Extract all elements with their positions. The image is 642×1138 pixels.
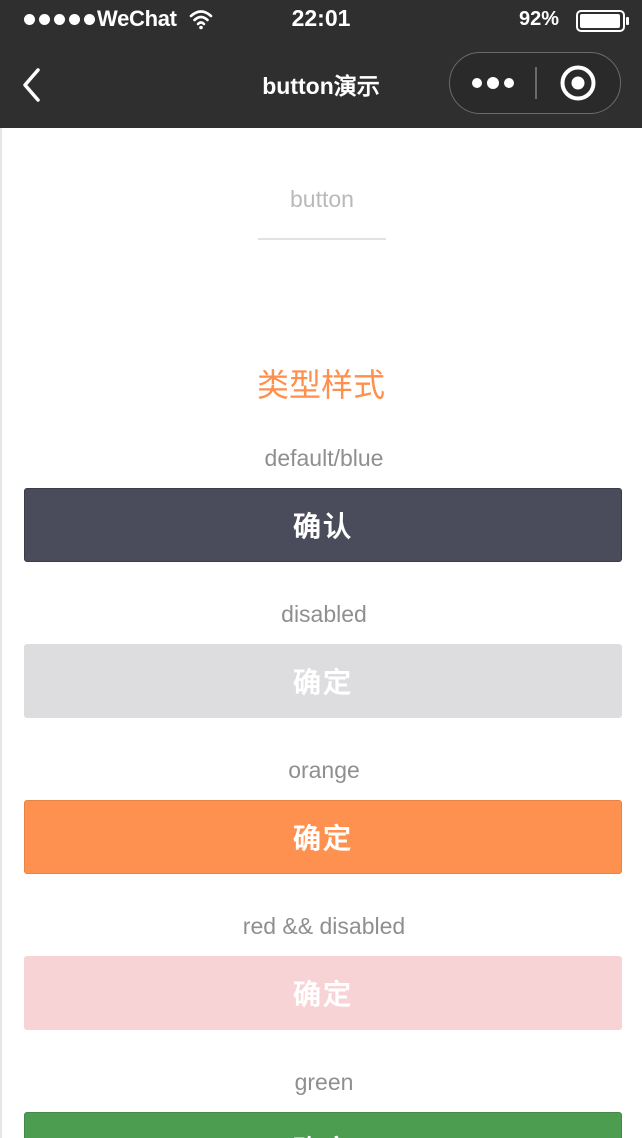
more-dots-icon [472, 76, 514, 89]
battery-icon [576, 10, 629, 32]
section-title: 类型样式 [256, 367, 385, 403]
battery-percentage: 92% [519, 8, 560, 30]
confirm-button-default[interactable]: 确认 [24, 488, 622, 562]
confirm-button-red-disabled: 确定 [24, 956, 622, 1030]
demo-label-green: green [294, 1069, 354, 1095]
close-miniprogram-button[interactable] [537, 53, 619, 112]
demo-label-default: default/blue [264, 445, 384, 471]
menu-capsule [449, 52, 621, 114]
demo-label-disabled: disabled [281, 601, 367, 627]
confirm-button-disabled: 确定 [24, 644, 622, 718]
app-page: WeChat 22:01 92% button演示 button 类型样式 de… [0, 0, 642, 1138]
navigation-bar: button演示 [0, 40, 642, 128]
more-button[interactable] [450, 53, 536, 112]
demo-label-orange: orange [288, 757, 360, 783]
target-circle-icon [560, 65, 596, 100]
left-border [0, 128, 2, 1138]
confirm-button-orange[interactable]: 确定 [24, 800, 622, 874]
tab-button[interactable]: button [258, 186, 386, 213]
demo-label-red-disabled: red && disabled [242, 913, 406, 939]
tab-underline [258, 238, 386, 240]
status-bar: WeChat 22:01 92% [0, 0, 642, 40]
confirm-button-green[interactable]: 确定 [24, 1112, 622, 1138]
